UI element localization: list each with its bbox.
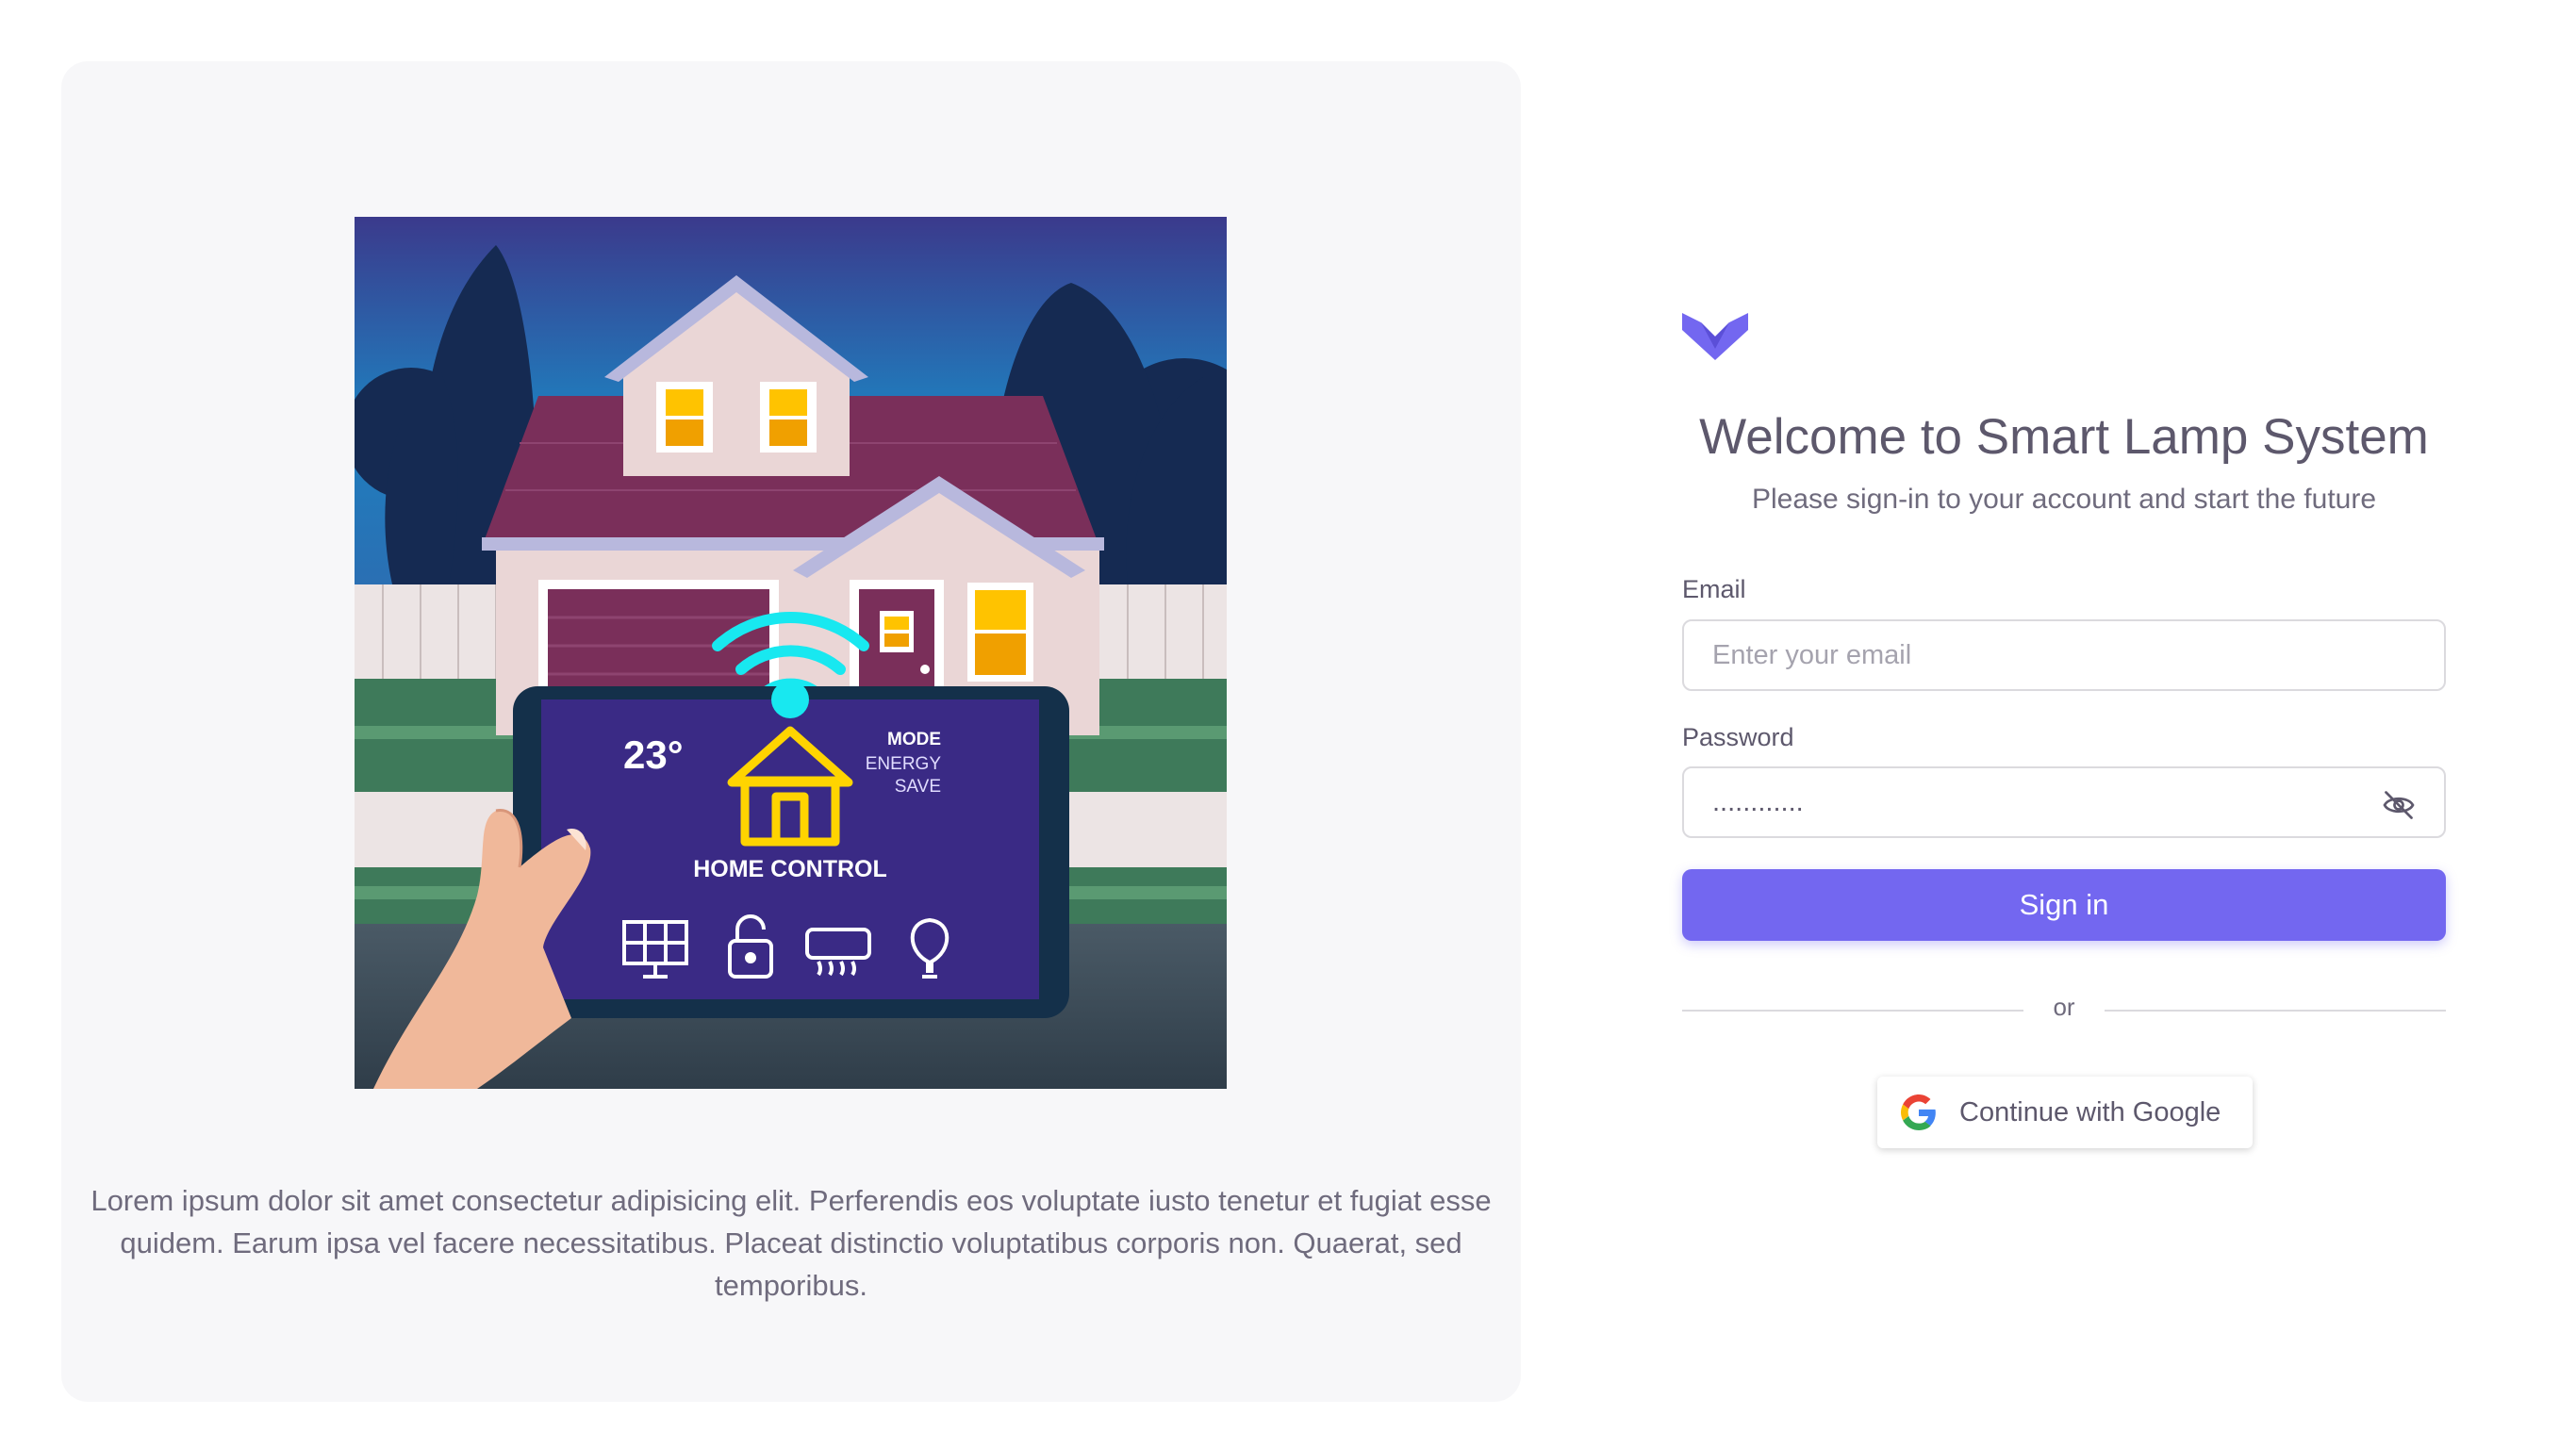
hero-description: Lorem ipsum dolor sit amet consectetur a… [91,1184,1492,1302]
eye-off-icon[interactable] [2382,788,2416,822]
tablet-mode-line2: SAVE [895,777,941,797]
tablet-temperature: 23° [623,732,684,777]
tablet-mode-line1: ENERGY [866,754,942,774]
tablet-mode-title: MODE [887,730,941,749]
divider-or: or [2053,993,2075,1021]
tablet-caption: HOME CONTROL [693,856,887,882]
logo-icon [1682,313,1748,360]
email-field-wrapper [1682,619,2446,691]
google-icon [1901,1094,1936,1130]
password-label: Password [1682,723,1794,751]
continue-with-google-button[interactable]: Continue with Google [1877,1077,2253,1148]
illustration-panel: 23° MODE ENERGY SAVE HOME CONTROL Lorem … [61,61,1521,1402]
page-title: Welcome to Smart Lamp System [1699,409,2429,465]
email-label: Email [1682,575,1746,603]
google-button-label: Continue with Google [1959,1096,2221,1127]
sign-in-button[interactable]: Sign in [1682,869,2446,941]
password-field-wrapper [1682,766,2446,838]
page-subtitle: Please sign-in to your account and start… [1751,484,2377,515]
divider-line-right [2105,1010,2446,1012]
email-field[interactable] [1684,621,2444,689]
password-field[interactable] [1684,768,2444,836]
smart-home-illustration: 23° MODE ENERGY SAVE HOME CONTROL [355,217,1227,1089]
